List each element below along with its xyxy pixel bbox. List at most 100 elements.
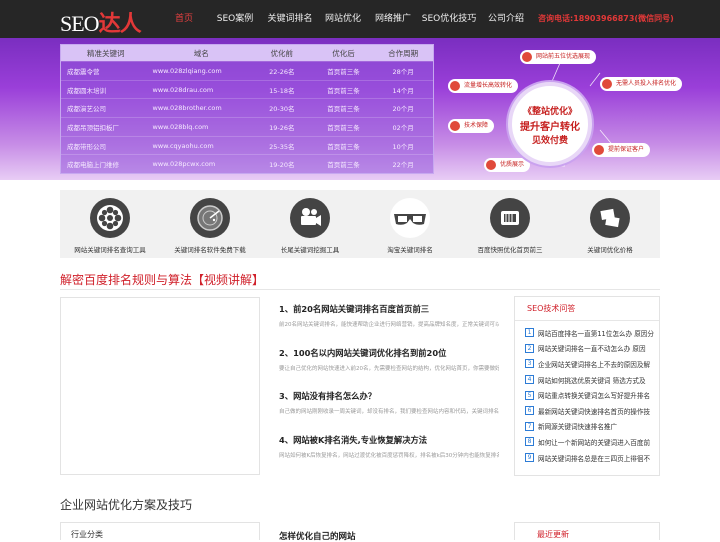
list-item[interactable]: 3、网站没有排名怎么办？ 自己做的网站刚刚收录一周关键词，却没有排名，我们要检查…: [279, 390, 499, 434]
list-item[interactable]: 5 网站重点转换关键词怎么写好提升排名: [525, 387, 659, 403]
list-item[interactable]: 3 企业网站关键词排名上不去的原因及解: [525, 356, 659, 372]
video-camera-icon: [290, 198, 330, 238]
plan-section-title: 企业网站优化方案及技巧: [60, 498, 193, 512]
article-summary: 要让自己优化的网站快速进入前20名，先需要检查网站的结构，优化网站首页，你需要做…: [279, 365, 499, 372]
table-cell: 15-18名: [269, 86, 295, 95]
table-cell: 10个月: [392, 142, 414, 151]
nav-keyword-ranking[interactable]: 关键词排名: [262, 0, 318, 38]
qa-list: 1 网站百度排名一直第11位怎么办 原因分 2 网站关键词排名一直不动怎么办 原因 …: [515, 321, 659, 465]
table-cell: www.028brother.com: [152, 104, 222, 113]
list-item[interactable]: 2 网站关键词排名一直不动怎么办 原因: [525, 341, 659, 357]
table-cell: 22-26名: [269, 67, 295, 76]
tool-taobao-keywords[interactable]: 淘宝关键词排名: [360, 198, 460, 254]
nav-network-promotion[interactable]: 网络推广: [368, 0, 418, 38]
column-header: 精准关键词: [87, 48, 125, 58]
list-item[interactable]: 2、100名以内网站关键词优化排名到前20位 要让自己优化的网站快速进入前20名…: [279, 347, 499, 391]
qa-link[interactable]: 企业网站关键词排名上不去的原因及解: [538, 359, 650, 369]
table-cell: 28个月: [392, 67, 414, 76]
video-player[interactable]: [60, 297, 260, 475]
feature-pill: 网站前五位优选展现: [520, 50, 597, 64]
list-item[interactable]: 7 新网源关键词快速排名推广: [525, 419, 659, 435]
table-row: 成都演艺公司 www.028brother.com 20-30名 首页前三条 2…: [61, 98, 433, 117]
table-cell: 成都电脑上门维修: [67, 161, 119, 170]
list-item[interactable]: 4、网站被K排名消失,专业恢复解决方法 网站如何被K后恢复排名，网站过渡优化被百…: [279, 434, 499, 478]
projector-icon: [490, 198, 530, 238]
item-number: 3: [525, 359, 534, 369]
feature-pill: 流量增长高效转化: [448, 79, 519, 93]
nav-company-intro[interactable]: 公司介绍: [480, 0, 532, 38]
table-cell: www.028zlqiang.com: [152, 66, 222, 75]
qa-link[interactable]: 网站关键词排名总是在三四页上徘徊不: [538, 453, 650, 463]
table-cell: 14个月: [392, 86, 414, 95]
main-nav: 首页 SEO案例 关键词排名 网站优化 网络推广 SEO优化技巧 公司介绍: [160, 0, 532, 38]
table-cell: www.028blq.com: [152, 122, 209, 131]
table-cell: 22个月: [392, 161, 414, 170]
phone-hotline: 咨询电话:18903966873(微信同号): [538, 14, 674, 23]
tickets-icon: [590, 198, 630, 238]
table-cell: 19-26名: [269, 123, 295, 132]
qa-link[interactable]: 如何让一个新网站的关键词进入百度前: [538, 437, 650, 447]
3d-glasses-icon: [390, 198, 430, 238]
nav-seo-tips[interactable]: SEO优化技巧: [418, 0, 480, 38]
site-logo[interactable]: SEO达人: [60, 6, 142, 38]
tool-baidu-snapshot[interactable]: 百度快照优化首页前三: [460, 198, 560, 254]
table-cell: www.cqyaohu.com: [152, 141, 214, 150]
whole-site-optimization-badge: 《整站优化》 提升客户转化 见效付费: [508, 82, 592, 166]
qa-link[interactable]: 网站如何挑选优质关键词 筛选方式及: [538, 375, 646, 385]
logo-text: SEO: [60, 11, 100, 36]
item-number: 7: [525, 421, 534, 431]
qa-link[interactable]: 新网源关键词快速排名推广: [538, 421, 617, 431]
hero-banner: 精准关键词 域名 优化前 优化后 合作周期 成都震令营 www.028zlqia…: [0, 38, 720, 180]
item-number: 5: [525, 390, 534, 400]
item-number: 9: [525, 453, 534, 463]
list-item[interactable]: 6 最新网站关键词快速排名首页的操作技: [525, 403, 659, 419]
nav-home[interactable]: 首页: [160, 0, 208, 38]
qa-link[interactable]: 最新网站关键词快速排名首页的操作技: [538, 406, 650, 416]
list-item[interactable]: 4 网站如何挑选优质关键词 筛选方式及: [525, 372, 659, 388]
table-cell: www.028pcwx.com: [152, 160, 216, 169]
ranking-cases-table: 精准关键词 域名 优化前 优化后 合作周期 成都震令营 www.028zlqia…: [60, 44, 434, 174]
qa-link[interactable]: 网站关键词排名一直不动怎么办 原因: [538, 343, 646, 353]
list-item[interactable]: 9 网站关键词排名总是在三四页上徘徊不: [525, 450, 659, 466]
table-cell: 19-20名: [269, 161, 295, 170]
tool-label: 网站关键词排名查询工具: [74, 246, 146, 254]
qa-link[interactable]: 网站百度排名一直第11位怎么办 原因分: [538, 328, 654, 338]
table-row: 成都吊顶铝扣板厂 www.028blq.com 19-26名 首页前三条 02个…: [61, 117, 433, 136]
tool-label: 关键词排名软件免费下载: [174, 246, 246, 254]
feature-pill: 优质展示: [484, 158, 531, 172]
list-item[interactable]: 1、前20名网站关键词排名百度首页前三 前20名网站关键词排名，能快速帮助企业进…: [279, 303, 499, 347]
tool-long-tail-keywords[interactable]: 长尾关键词挖掘工具: [260, 198, 360, 254]
qa-link[interactable]: 网站重点转换关键词怎么写好提升排名: [538, 390, 650, 400]
panel-title: 最近更新: [537, 530, 569, 539]
table-cell: 首页前三条: [327, 86, 360, 95]
table-cell: 成都带形公司: [67, 142, 106, 151]
table-cell: 首页前三条: [327, 123, 360, 132]
latest-updates-panel: 最近更新: [514, 522, 660, 540]
table-cell: 首页前三条: [327, 67, 360, 76]
column-header: 优化后: [332, 48, 355, 58]
tool-label: 百度快照优化首页前三: [477, 246, 543, 254]
list-item[interactable]: 1 网站百度排名一直第11位怎么办 原因分: [525, 325, 659, 341]
table-row: 成都电脑上门维修 www.028pcwx.com 19-20名 首页前三条 22…: [61, 154, 433, 173]
feature-pill: 提前保证客户: [592, 143, 651, 157]
article-title[interactable]: 2、100名以内网站关键词优化排名到前20位: [279, 347, 499, 359]
tool-ranking-software[interactable]: 关键词排名软件免费下载: [160, 198, 260, 254]
article-title[interactable]: 1、前20名网站关键词排名百度首页前三: [279, 303, 499, 315]
table-cell: 25-35名: [269, 142, 295, 151]
tool-rank-query[interactable]: 网站关键词排名查询工具: [60, 198, 160, 254]
seo-tools-strip: 网站关键词排名查询工具 关键词排名软件免费下载 长尾关键词挖掘工具 淘宝关键词排…: [60, 190, 660, 258]
panel-title: 行业分类: [71, 530, 103, 539]
table-row: 成都带形公司 www.cqyaohu.com 25-35名 首页前三条 10个月: [61, 135, 433, 155]
featured-article-title[interactable]: 怎样优化自己的网站: [279, 530, 356, 542]
article-list: 1、前20名网站关键词排名百度首页前三 前20名网站关键词排名，能快速帮助企业进…: [279, 303, 499, 477]
nav-site-optimization[interactable]: 网站优化: [318, 0, 368, 38]
item-number: 2: [525, 343, 534, 353]
table-cell: 20个月: [392, 105, 414, 114]
list-item[interactable]: 8 如何让一个新网站的关键词进入百度前: [525, 434, 659, 450]
nav-seo-cases[interactable]: SEO案例: [208, 0, 262, 38]
article-title[interactable]: 3、网站没有排名怎么办？: [279, 390, 499, 402]
tool-label: 关键词优化价格: [587, 246, 633, 254]
tool-keyword-price[interactable]: 关键词优化价格: [560, 198, 660, 254]
article-title[interactable]: 4、网站被K排名消失,专业恢复解决方法: [279, 434, 499, 446]
feature-pill: 技术保障: [448, 119, 495, 133]
